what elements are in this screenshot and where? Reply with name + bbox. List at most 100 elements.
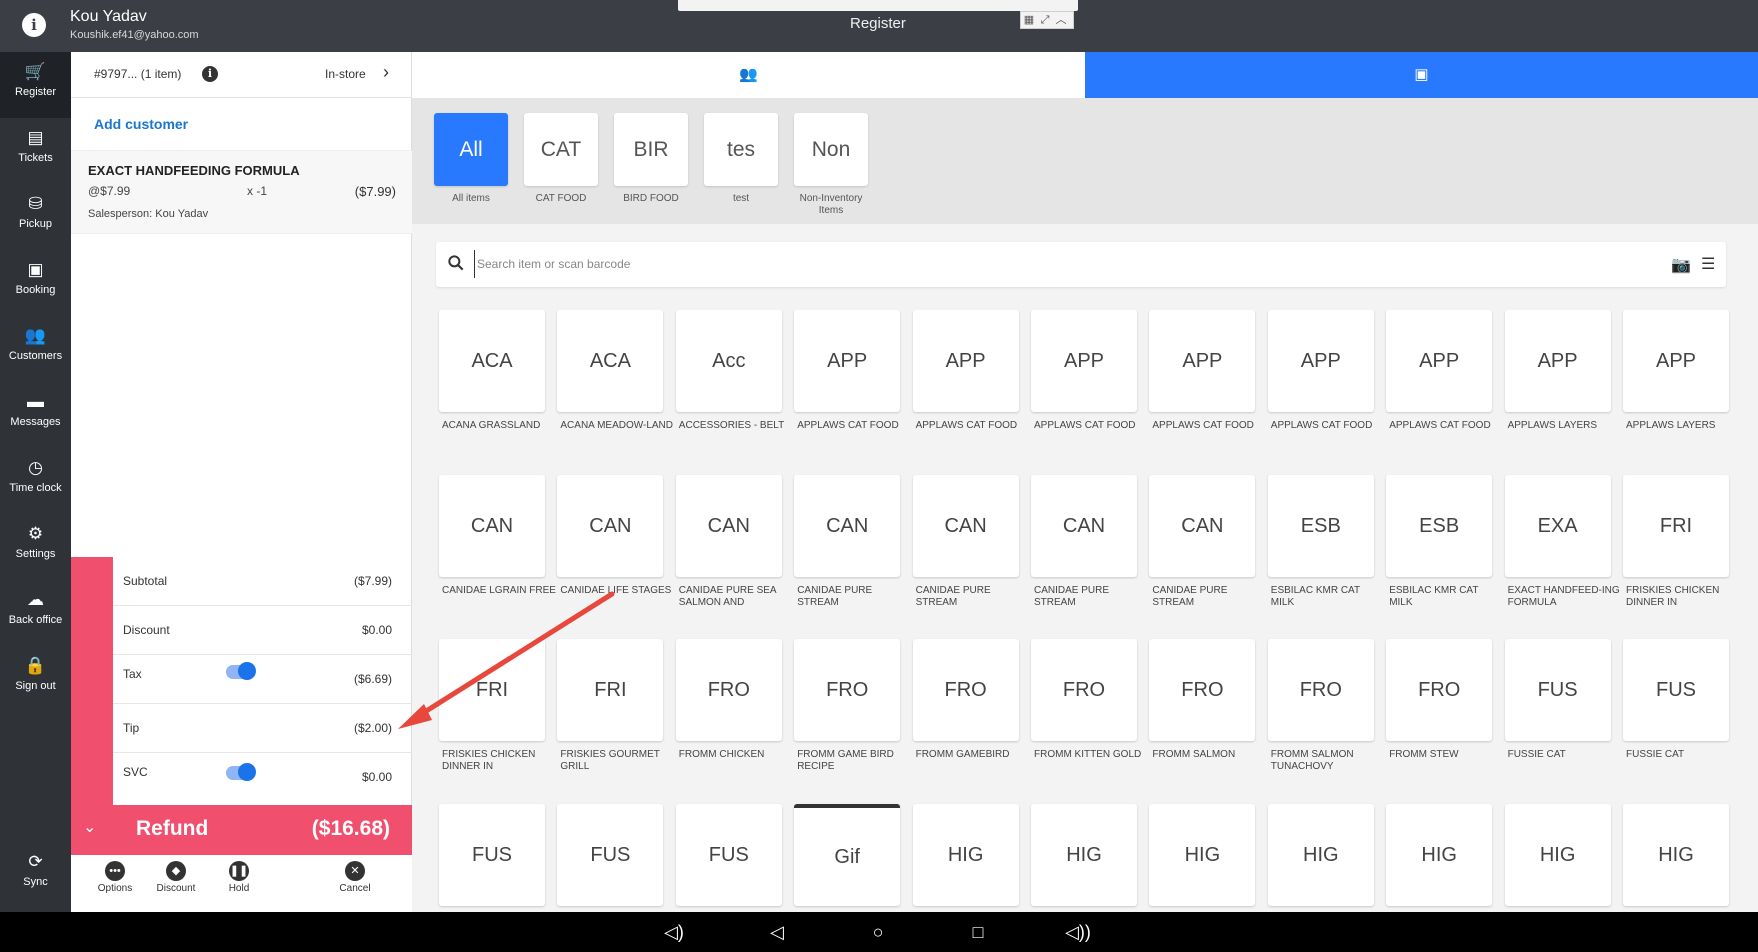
item-tile[interactable]: APP APPLAWS CAT FOOD [1031, 310, 1137, 445]
tab-catalog[interactable]: ▣ [1085, 52, 1758, 98]
info-icon[interactable]: i [22, 13, 46, 37]
item-name: CANIDAE PURE STREAM [797, 584, 873, 608]
camera-icon[interactable]: 📷 [1671, 255, 1691, 275]
sidebar-item-customers[interactable]: 👥 Customers [0, 316, 71, 382]
item-tile[interactable]: CAN CANIDAE PURE STREAM [794, 474, 901, 610]
sidebar-item-sync[interactable]: ⟳ Sync [0, 842, 71, 908]
item-tile[interactable]: APP APPLAWS CAT FOOD [1267, 310, 1374, 445]
item-tile[interactable]: CAN CANIDAE PURE STREAM [1031, 474, 1137, 610]
expand-icon[interactable]: ⤢ [1037, 12, 1053, 28]
system-nav-bar: ◁) ◁ ○ □ ◁)) [0, 912, 1758, 952]
item-tile[interactable]: ACA ACANA MEADOW-LAND [557, 310, 673, 445]
item-tile[interactable]: ACA ACANA GRASSLAND [439, 310, 545, 445]
chevron-up-icon[interactable]: ︿ [1053, 12, 1069, 28]
item-tile[interactable]: FRO FROMM CHICKEN [675, 639, 782, 774]
sidebar-item-back-office[interactable]: ☁ Back office [0, 580, 71, 646]
sort-icon[interactable]: ☰ [1701, 254, 1715, 274]
item-tile[interactable]: Acc Accessories - Belt [675, 310, 784, 445]
item-tile[interactable]: APP APPLAWS CAT FOOD [912, 310, 1019, 445]
sidebar-item-tickets[interactable]: ▤ Tickets [0, 118, 71, 184]
item-tile[interactable]: HIG [912, 803, 1019, 911]
sidebar-item-pickup[interactable]: ⛁ Pickup [0, 184, 71, 250]
item-tile[interactable]: CAN CANIDAE LIFE STAGES [557, 474, 671, 610]
add-customer-link[interactable]: Add customer [94, 116, 188, 132]
home-icon[interactable]: ○ [865, 920, 891, 944]
item-tile[interactable]: CAN CANIDAE LGRAIN FREE [439, 474, 556, 610]
item-tile[interactable]: FRO FROMM KITTEN GOLD [1031, 639, 1141, 774]
sidebar-item-settings[interactable]: ⚙ Settings [0, 514, 71, 580]
tab-customers[interactable]: 👥 [412, 52, 1085, 98]
sidebar-item-label: Messages [10, 416, 61, 428]
sidebar-item-booking[interactable]: ▣ Booking [0, 250, 71, 316]
volume-down-icon[interactable]: ◁) [661, 920, 687, 944]
item-tile[interactable]: FRO FROMM SALMON [1149, 639, 1256, 774]
sidebar-item-sign-out[interactable]: 🔒 Sign out [0, 646, 71, 712]
chevron-down-icon[interactable]: ⌄ [83, 817, 96, 837]
category-tile[interactable]: Non Non-Inventory Items [794, 113, 868, 217]
item-name: APPLAWS CAT FOOD [1270, 420, 1373, 431]
category-tile[interactable]: All All items [434, 113, 508, 205]
sidebar-item-register[interactable]: 🛒 Register [0, 52, 71, 118]
item-tile[interactable]: Gif [794, 803, 901, 911]
category-tile[interactable]: tes test [704, 113, 778, 205]
sidebar-item-time-clock[interactable]: ◷ Time clock [0, 448, 71, 514]
item-code: APP [1504, 310, 1611, 412]
item-tile[interactable]: EXA EXACT HANDFEED-ING FORMULA [1504, 474, 1620, 610]
item-tile[interactable]: ESB ESBILAC KMR CAT MILK [1386, 474, 1493, 610]
item-tile[interactable]: APP APPLAWS CAT FOOD [1149, 310, 1256, 445]
search-input[interactable] [474, 250, 1634, 278]
window-controls[interactable]: ▦ ⤢ ︿ [1020, 11, 1074, 29]
item-tile[interactable]: APP APPLAWS LAYERS [1504, 310, 1611, 445]
volume-up-icon[interactable]: ◁)) [1065, 920, 1091, 944]
item-tile[interactable]: ESB ESBILAC KMR CAT MILK [1267, 474, 1374, 610]
item-tile[interactable]: FUS [439, 803, 545, 911]
cancel-button[interactable]: ✕ Cancel [325, 861, 385, 894]
item-tile[interactable]: FRO FROMM SALMON TUNACHOVY [1267, 639, 1374, 774]
item-tile[interactable]: APP APPLAWS CAT FOOD [794, 310, 901, 445]
item-tile[interactable]: FRO FROMM GAME BIRD RECIPE [794, 639, 901, 774]
item-name: FROMM SALMON [1152, 749, 1236, 760]
item-tile[interactable]: HIG [1149, 803, 1256, 911]
item-tile[interactable]: HIG [1386, 803, 1493, 911]
item-tile[interactable]: FUS [557, 803, 664, 911]
back-icon[interactable]: ◁ [764, 920, 790, 944]
item-tile[interactable]: FUS FUSSIE CAT [1623, 639, 1729, 774]
sidebar-item-messages[interactable]: ▬ Messages [0, 382, 71, 448]
order-header[interactable]: #9797... (1 item) i In-store › [71, 52, 412, 98]
recents-icon[interactable]: □ [965, 920, 991, 944]
tax-toggle[interactable] [226, 662, 256, 680]
item-tile[interactable]: HIG [1267, 803, 1374, 911]
item-name: EXACT HANDFEED-ING FORMULA [1507, 584, 1620, 608]
discount-button[interactable]: ◆ Discount [146, 861, 206, 894]
refund-button[interactable]: ⌄ Refund ($16.68) [71, 805, 412, 855]
category-tile[interactable]: BIR BIRD FOOD [614, 113, 688, 205]
item-tile[interactable]: HIG [1623, 803, 1729, 911]
item-tile[interactable]: FRI FRISKIES CHICKEN DINNER IN [439, 639, 545, 774]
order-info-icon[interactable]: i [202, 66, 218, 82]
svc-label: SVC [123, 765, 148, 779]
item-name: APPLAWS LAYERS [1507, 420, 1598, 431]
item-tile[interactable]: APP APPLAWS CAT FOOD [1386, 310, 1493, 445]
item-tile[interactable]: HIG [1031, 803, 1137, 911]
item-tile[interactable]: FUS FUSSIE CAT [1504, 639, 1611, 774]
item-tile[interactable]: APP APPLAWS LAYERS [1623, 310, 1729, 445]
tip-row[interactable]: Tip ($2.00) [113, 704, 412, 753]
options-button[interactable]: ••• Options [85, 861, 145, 894]
item-tile[interactable]: FUS [675, 803, 782, 911]
grid-icon[interactable]: ▦ [1021, 12, 1037, 28]
chevron-right-icon[interactable]: › [383, 62, 389, 83]
item-tile[interactable]: CAN CANIDAE PURE SEA SALMON AND [675, 474, 782, 610]
hold-button[interactable]: ❚❚ Hold [209, 861, 269, 894]
category-tile[interactable]: CAT CAT FOOD [524, 113, 598, 205]
item-tile[interactable]: HIG [1504, 803, 1611, 911]
item-tile[interactable]: CAN CANIDAE PURE STREAM [912, 474, 1019, 610]
item-tile[interactable]: FRO FROMM STEW [1386, 639, 1493, 774]
cart-line-item[interactable]: EXACT HANDFEEDING FORMULA @$7.99 x -1 ($… [71, 150, 412, 234]
item-tile[interactable]: FRO FROMM GAMEBIRD [912, 639, 1019, 774]
item-tile[interactable]: FRI FRISKIES GOURMET GRILL [557, 639, 664, 774]
svc-toggle[interactable] [226, 763, 256, 781]
item-tile[interactable]: CAN CANIDAE PURE STREAM [1149, 474, 1256, 610]
item-tile[interactable]: FRI FRISKIES CHICKEN DINNER IN [1623, 474, 1729, 610]
close-icon: ✕ [345, 861, 365, 881]
discount-row[interactable]: Discount $0.00 [113, 606, 412, 655]
